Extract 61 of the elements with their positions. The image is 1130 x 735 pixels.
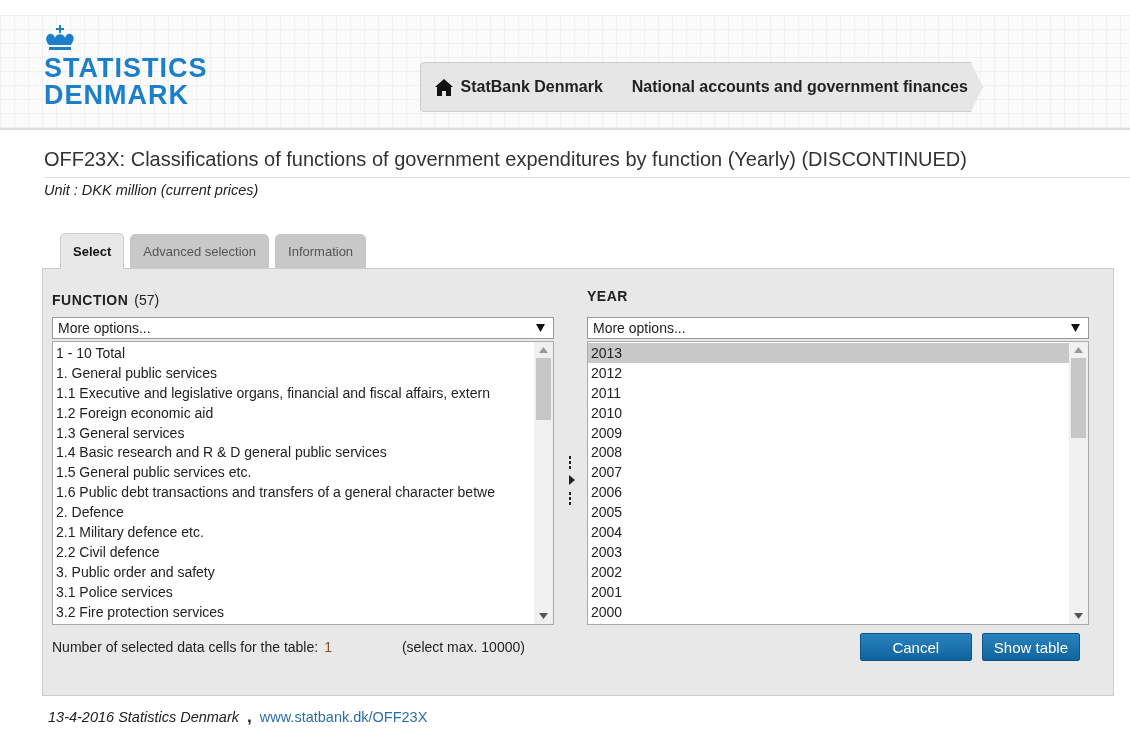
selected-cells-label: Number of selected data cells for the table:	[52, 639, 319, 655]
variable-name: YEAR	[587, 288, 628, 304]
breadcrumb-link[interactable]: National accounts and government finances	[605, 62, 983, 112]
list-item[interactable]: 2000	[588, 601, 1069, 622]
unit-text: Unit : DKK million (current prices)	[44, 182, 260, 198]
options-dropdown[interactable]: More options...	[52, 317, 554, 339]
list-item[interactable]: 2.1 Military defence etc.	[53, 522, 534, 542]
scrollbar[interactable]	[1069, 342, 1088, 624]
list-item[interactable]: 2003	[588, 541, 1069, 562]
list-item[interactable]: 1.6 Public debt transactions and transfers of a general character betwe	[53, 482, 534, 503]
tab[interactable]: Information	[275, 234, 367, 268]
logo-text: STATISTICS	[44, 55, 208, 82]
scrollbar-thumb[interactable]	[1071, 358, 1086, 438]
tab[interactable]: Select	[60, 233, 125, 269]
max-cells-note: (select max. 10000)	[401, 639, 525, 655]
dropdown-arrow-icon	[536, 324, 545, 332]
list-item[interactable]: 2007	[588, 462, 1069, 483]
scrollbar[interactable]	[534, 342, 553, 624]
variable-name: FUNCTION	[52, 292, 129, 308]
list-item[interactable]: 1.4 Basic research and R & D general public services	[53, 442, 534, 463]
value-count: (57)	[134, 292, 160, 308]
options-dropdown[interactable]: More options...	[587, 317, 1089, 339]
move-arrow-icon[interactable]	[566, 456, 575, 506]
list-item[interactable]: 2009	[588, 422, 1069, 443]
list-item[interactable]: 2013	[588, 343, 1069, 363]
list-item[interactable]: 3. Public order and safety	[53, 561, 534, 582]
breadcrumb-link[interactable]: StatBank Denmark	[419, 62, 618, 112]
list-item[interactable]: 1.3 General services	[53, 422, 534, 443]
value-listbox[interactable]: 2013 2012 2011 2010 2009 2008 2007 2006 2005 2004 2003 2002 2001 2000	[587, 341, 1089, 625]
list-item[interactable]: 3.2 Fire protection services	[53, 601, 534, 622]
list-item[interactable]: 1.5 General public services etc.	[53, 462, 534, 483]
list-item[interactable]: 2012	[588, 362, 1069, 383]
scrollbar-thumb[interactable]	[536, 358, 551, 420]
footer-link[interactable]: www.statbank.dk/OFF23X	[259, 709, 428, 725]
list-item[interactable]: 1. General public services	[53, 362, 534, 383]
list-item[interactable]: 2.2 Civil defence	[53, 541, 534, 562]
list-item[interactable]: 3.1 Police services	[53, 581, 534, 602]
action-button[interactable]: Show table	[981, 633, 1080, 661]
list-item[interactable]: 2010	[588, 402, 1069, 423]
list-item[interactable]: 2008	[588, 442, 1069, 463]
logo-text: DENMARK	[44, 82, 190, 109]
footer-date-text: 13-4-2016 Statistics Denmark	[48, 709, 239, 725]
list-item[interactable]: 2002	[588, 561, 1069, 582]
list-item[interactable]: 2005	[588, 502, 1069, 522]
list-item[interactable]: 1.1 Executive and legislative organs, financial and fiscal affairs, extern	[53, 382, 534, 403]
list-item[interactable]: 2004	[588, 522, 1069, 542]
selected-cells-count: 1	[324, 639, 332, 655]
home-icon	[434, 78, 453, 96]
list-item[interactable]: 2001	[588, 581, 1069, 602]
tab[interactable]: Advanced selection	[130, 234, 270, 268]
list-item[interactable]: 2. Defence	[53, 502, 534, 522]
value-listbox[interactable]	[52, 341, 554, 625]
action-button[interactable]: Cancel	[859, 633, 972, 661]
separator-text: ,	[247, 707, 252, 727]
list-item[interactable]: 1.2 Foreign economic aid	[53, 402, 534, 423]
crown-icon	[44, 25, 76, 53]
page-title: OFF23X: Classifications of functions of government expenditures by function (Yearly) (DISCONTINUED)	[44, 148, 1130, 178]
list-item[interactable]: 1 - 10 Total	[53, 343, 534, 363]
list-item[interactable]: 2011	[588, 382, 1069, 403]
dropdown-arrow-icon	[1071, 324, 1080, 332]
list-item[interactable]: 2006	[588, 482, 1069, 503]
